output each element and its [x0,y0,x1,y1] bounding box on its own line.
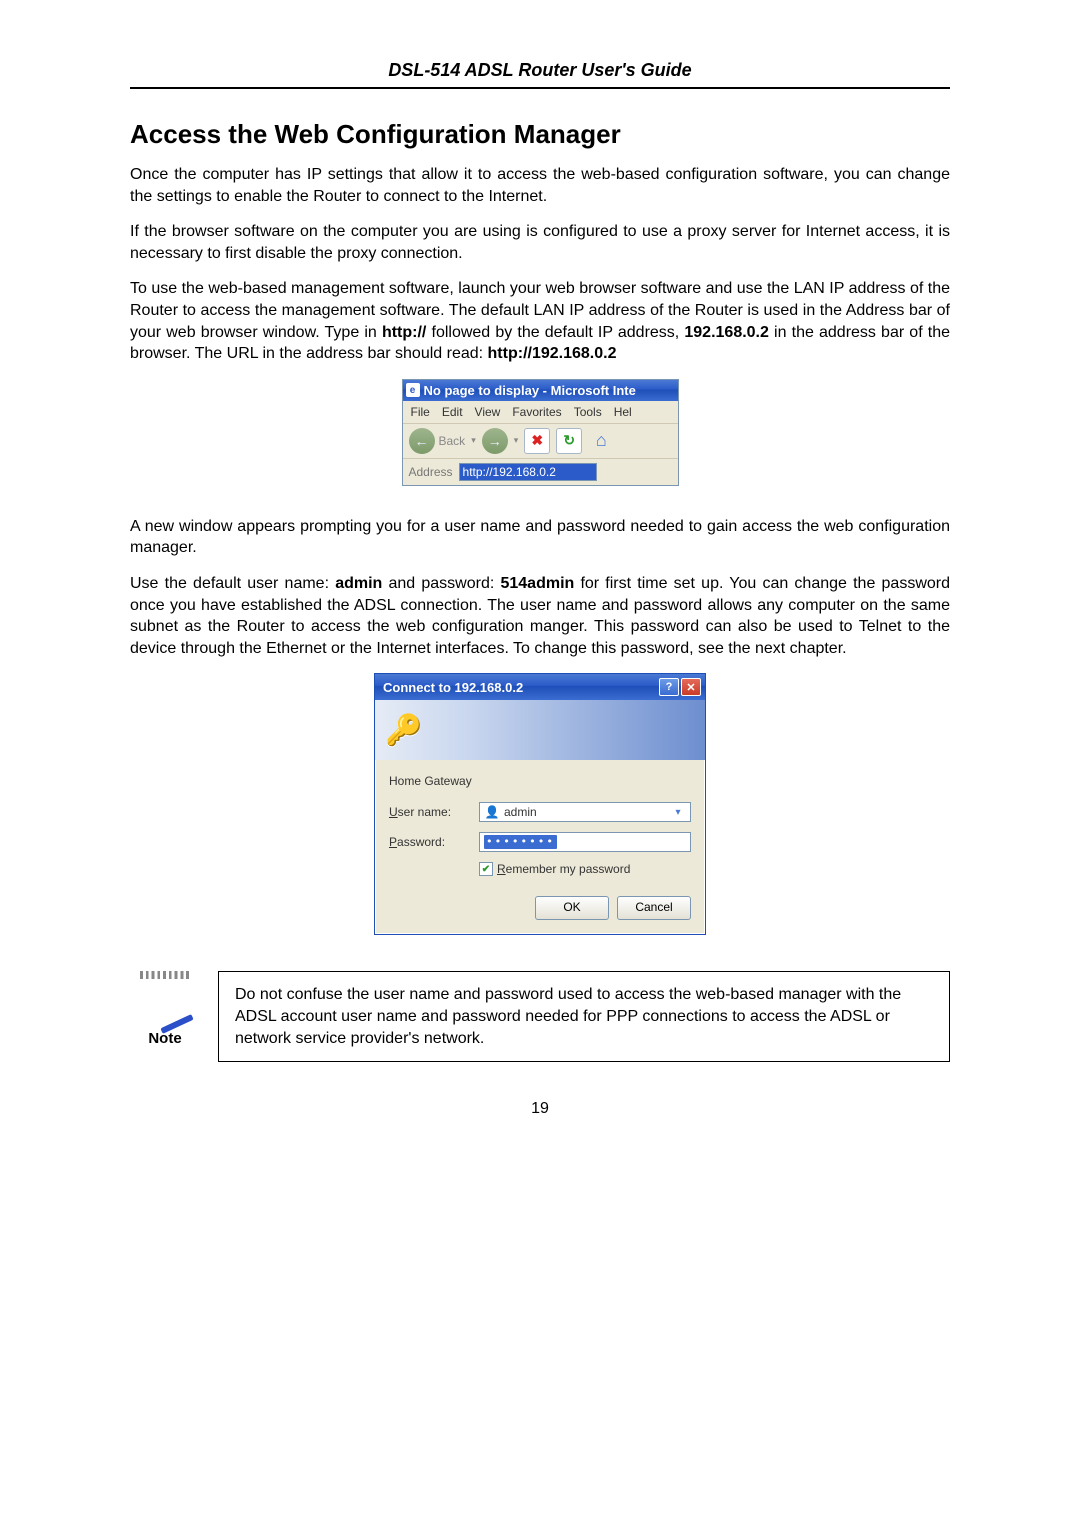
ok-button[interactable]: OK [535,896,609,920]
forward-dropdown-icon[interactable]: ▾ [514,435,519,446]
back-button-label[interactable]: Back [439,434,466,448]
forward-button-icon[interactable]: → [482,428,508,454]
address-label: Address [409,465,453,479]
menu-edit[interactable]: Edit [442,405,463,419]
stop-icon[interactable]: ✖ [524,428,550,454]
login-titlebar: Connect to 192.168.0.2 ? ✕ [375,674,705,700]
http-prefix-bold: http:// [382,324,426,341]
menu-favorites[interactable]: Favorites [512,405,561,419]
remember-checkbox[interactable]: ✔ [479,862,493,876]
username-input[interactable]: 👤 admin ▾ [479,802,691,822]
help-button-icon[interactable]: ? [659,678,679,696]
back-dropdown-icon[interactable]: ▾ [471,435,476,446]
login-body: Home Gateway User name: 👤 admin ▾ Passwo… [375,760,705,890]
paragraph-3-text2: followed by the default IP address, [426,324,684,341]
default-pass-bold: 514admin [500,575,574,592]
ie-menubar: File Edit View Favorites Tools Hel [403,401,678,424]
url-bold: http://192.168.0.2 [488,345,617,362]
back-button-icon[interactable]: ← [409,428,435,454]
remember-accel: R [497,862,506,876]
menu-help[interactable]: Hel [614,405,632,419]
ip-bold: 192.168.0.2 [684,324,769,341]
doc-header: DSL-514 ADSL Router User's Guide [130,60,950,89]
ie-browser-window: e No page to display - Microsoft Inte Fi… [402,379,679,486]
ie-address-row: Address http://192.168.0.2 [403,459,678,485]
keys-icon: 🔑 [385,713,422,748]
notepad-icon [139,971,191,1026]
ie-toolbar: ← Back ▾ → ▾ ✖ ↻ ⌂ [403,424,678,459]
default-user-bold: admin [335,575,382,592]
password-row: Password: •••••••• [389,832,691,852]
close-button-icon[interactable]: ✕ [681,678,701,696]
menu-tools[interactable]: Tools [574,405,602,419]
document-page: DSL-514 ADSL Router User's Guide Access … [0,0,1080,1528]
paragraph-4: A new window appears prompting you for a… [130,516,950,559]
paragraph-5-text1: Use the default user name: [130,575,335,592]
refresh-icon[interactable]: ↻ [556,428,582,454]
remember-text: emember my password [506,862,631,876]
user-icon: 👤 [484,804,500,820]
paragraph-5-text2: and password: [382,575,500,592]
password-input[interactable]: •••••••• [479,832,691,852]
username-dropdown-icon[interactable]: ▾ [670,807,686,818]
remember-row[interactable]: ✔ Remember my password [479,862,691,876]
ie-app-icon: e [406,383,420,397]
login-dialog: Connect to 192.168.0.2 ? ✕ 🔑 Home Gatewa… [374,673,706,935]
login-button-row: OK Cancel [375,890,705,934]
username-row: User name: 👤 admin ▾ [389,802,691,822]
menu-view[interactable]: View [475,405,501,419]
menu-file[interactable]: File [411,405,430,419]
address-input[interactable]: http://192.168.0.2 [459,463,597,481]
login-banner: 🔑 [375,700,705,760]
section-title: Access the Web Configuration Manager [130,119,950,150]
page-number: 19 [130,1100,950,1118]
login-title-text: Connect to 192.168.0.2 [383,680,523,695]
note-box: Do not confuse the user name and passwor… [218,971,950,1062]
ie-window-title: No page to display - Microsoft Inte [424,383,636,398]
username-label: User name: [389,805,479,819]
username-label-text: ser name: [398,805,451,819]
password-mask: •••••••• [484,835,557,849]
ie-titlebar: e No page to display - Microsoft Inte [403,380,678,401]
remember-label: Remember my password [497,862,630,876]
note-section: Note Do not confuse the user name and pa… [130,971,950,1062]
password-accel: P [389,835,397,849]
paragraph-2: If the browser software on the computer … [130,221,950,264]
username-value: admin [504,805,670,819]
cancel-button[interactable]: Cancel [617,896,691,920]
home-icon[interactable]: ⌂ [588,428,614,454]
login-realm: Home Gateway [389,774,691,788]
paragraph-5: Use the default user name: admin and pas… [130,573,950,659]
paragraph-3: To use the web-based management software… [130,278,950,364]
username-accel: U [389,805,398,819]
password-label: Password: [389,835,479,849]
password-label-text: assword: [397,835,445,849]
note-icon-column: Note [130,971,200,1047]
paragraph-1: Once the computer has IP settings that a… [130,164,950,207]
